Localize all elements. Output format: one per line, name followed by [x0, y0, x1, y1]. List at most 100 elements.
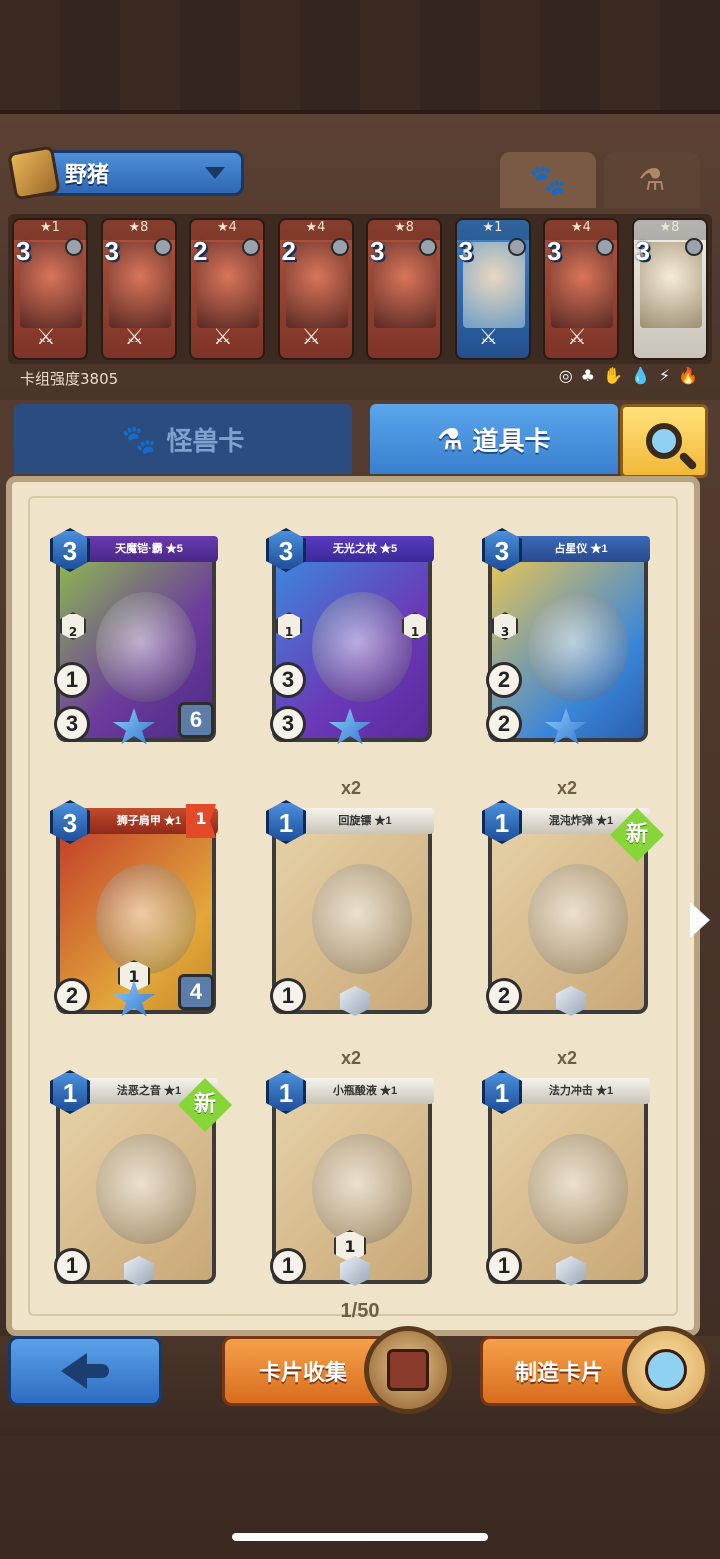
deck-card[interactable]: ★8 3: [366, 218, 442, 360]
card-quantity: x2: [556, 778, 578, 798]
item-card[interactable]: 无光之杖 ★5 3 3 3 1 1: [266, 528, 436, 745]
card-art: [312, 864, 412, 974]
deck-card[interactable]: ★1 3 ⚔: [12, 218, 88, 360]
next-page-arrow-icon[interactable]: [690, 902, 710, 938]
paw-icon: 🐾: [121, 423, 157, 455]
deck-card-cost: 2: [281, 236, 296, 266]
card-quantity: x2: [556, 1048, 578, 1068]
top-wood-frame: [0, 0, 720, 110]
card-armor: 6: [178, 702, 214, 738]
rarity-gem-icon: [65, 238, 83, 256]
deck-card-cost: 3: [635, 236, 650, 266]
weapon-icon: ⚔: [567, 325, 587, 350]
rarity-gem-icon: [596, 238, 614, 256]
element-icon: ⚡: [658, 366, 671, 385]
card-stat: 2: [486, 978, 522, 1014]
tab-item-deck[interactable]: ⚗: [604, 152, 700, 208]
tab-monster-deck[interactable]: 🐾: [500, 152, 596, 208]
card-collection-label: 卡片收集: [259, 1360, 348, 1385]
item-card[interactable]: x2 法力冲击 ★1 1 1: [482, 1048, 652, 1286]
card-quantity: x2: [340, 1048, 362, 1068]
rarity-gem-icon: [153, 238, 172, 256]
deck-card-cost: 2: [193, 236, 208, 266]
deck-card[interactable]: ★4 3 ⚔: [543, 218, 619, 360]
paw-icon: 🐾: [529, 162, 567, 198]
deck-selector[interactable]: 野猪: [7, 145, 244, 201]
search-icon: [646, 423, 682, 459]
deck-card[interactable]: ★4 2 ⚔: [189, 218, 265, 360]
element-icon: 🔥: [678, 366, 698, 385]
card-art: [528, 1134, 628, 1244]
card-collection-badge-icon[interactable]: [364, 1326, 452, 1414]
tab-monster-label: 怪兽卡: [166, 425, 245, 456]
potion-icon: ⚗: [437, 423, 463, 455]
card-stat: 3: [54, 706, 90, 742]
card-name: 小瓶酸液 ★1: [296, 1078, 434, 1104]
rarity-gem-icon: [507, 238, 526, 256]
card-art: [312, 1134, 412, 1244]
rarity-gem-icon: [242, 238, 260, 256]
rarity-gem-icon: [684, 238, 703, 256]
item-card[interactable]: x2 混沌炸弹 ★1 1 2 新: [482, 778, 664, 1016]
card-stat: 1: [270, 1248, 306, 1284]
weapon-icon: ⚔: [36, 325, 56, 350]
element-icon: 💧: [630, 366, 651, 385]
back-button[interactable]: [8, 1336, 162, 1406]
craft-card-badge-icon[interactable]: [622, 1326, 710, 1414]
rarity-gem-icon: [419, 238, 437, 256]
element-icon: ◎: [558, 366, 573, 385]
card-art: [528, 864, 628, 974]
deck-card[interactable]: ★8 3 ⚔: [100, 218, 177, 360]
card-art: [96, 592, 196, 702]
deck-book-icon: [7, 145, 61, 201]
card-armor: 4: [178, 974, 214, 1010]
card-name: 无光之杖 ★5: [296, 536, 434, 562]
card-stat: 3: [270, 706, 306, 742]
tab-item-label: 道具卡: [472, 425, 551, 456]
deck-card[interactable]: ★1 3 ⚔: [454, 218, 531, 360]
card-art: [96, 864, 196, 974]
weapon-icon: ⚔: [301, 325, 322, 350]
card-name: 天魔铠·霸 ★5: [80, 536, 218, 562]
card-stat: 3: [270, 662, 306, 698]
deck-card[interactable]: ★4 2 ⚔: [277, 218, 354, 360]
card-stat: 1: [54, 662, 90, 698]
item-card[interactable]: 天魔铠·霸 ★5 3 3 1 6 2: [50, 528, 220, 745]
back-arrow-tail: [83, 1364, 109, 1378]
card-name: 占星仪 ★1: [512, 536, 650, 562]
deck-card-cost: 3: [458, 236, 473, 266]
search-button[interactable]: [620, 404, 708, 478]
card-stat: 1: [270, 978, 306, 1014]
rarity-gem-icon: [330, 238, 349, 256]
card-stat: 1: [54, 1248, 90, 1284]
element-icon: ✋: [603, 366, 623, 385]
card-art: [528, 592, 628, 702]
item-card[interactable]: 法恶之音 ★1 1 1 新: [50, 1070, 232, 1286]
page-indicator: 1/50: [340, 1300, 380, 1322]
craft-card-label: 制造卡片: [515, 1360, 604, 1385]
home-indicator[interactable]: [232, 1533, 488, 1541]
card-stat: 2: [486, 662, 522, 698]
weapon-icon: ⚔: [478, 325, 499, 350]
tab-item-cards[interactable]: ⚗ 道具卡: [370, 404, 618, 474]
deck-card-cost: 3: [16, 236, 31, 266]
weapon-icon: ⚔: [124, 325, 145, 350]
card-quantity: x2: [340, 778, 362, 798]
card-art: [96, 1134, 196, 1244]
deck-card-cost: 3: [547, 236, 562, 266]
deck-element-icons: ◎ ♣ ✋ 💧 ⚡ 🔥: [559, 366, 698, 385]
item-card[interactable]: x2 小瓶酸液 ★1 1 1 1: [266, 1048, 436, 1286]
card-art: [312, 592, 412, 702]
card-name: 法力冲击 ★1: [512, 1078, 650, 1104]
item-card[interactable]: 占星仪 ★1 3 2 2 3: [482, 528, 652, 745]
item-card[interactable]: 狮子肩甲 ★1 3 2 4 1 1: [50, 800, 220, 1017]
item-card[interactable]: x2 回旋镖 ★1 1 1: [266, 778, 436, 1016]
card-stat: 2: [54, 978, 90, 1014]
deck-card-cost: 3: [104, 236, 119, 266]
deck-card[interactable]: ★8 3: [631, 218, 708, 360]
potion-flask-icon: [645, 1349, 687, 1391]
deck-strength: 卡组强度3805: [20, 370, 119, 388]
card-stat: 2: [486, 706, 522, 742]
card-name: 回旋镖 ★1: [296, 808, 434, 834]
tab-monster-cards[interactable]: 🐾 怪兽卡: [14, 404, 352, 474]
